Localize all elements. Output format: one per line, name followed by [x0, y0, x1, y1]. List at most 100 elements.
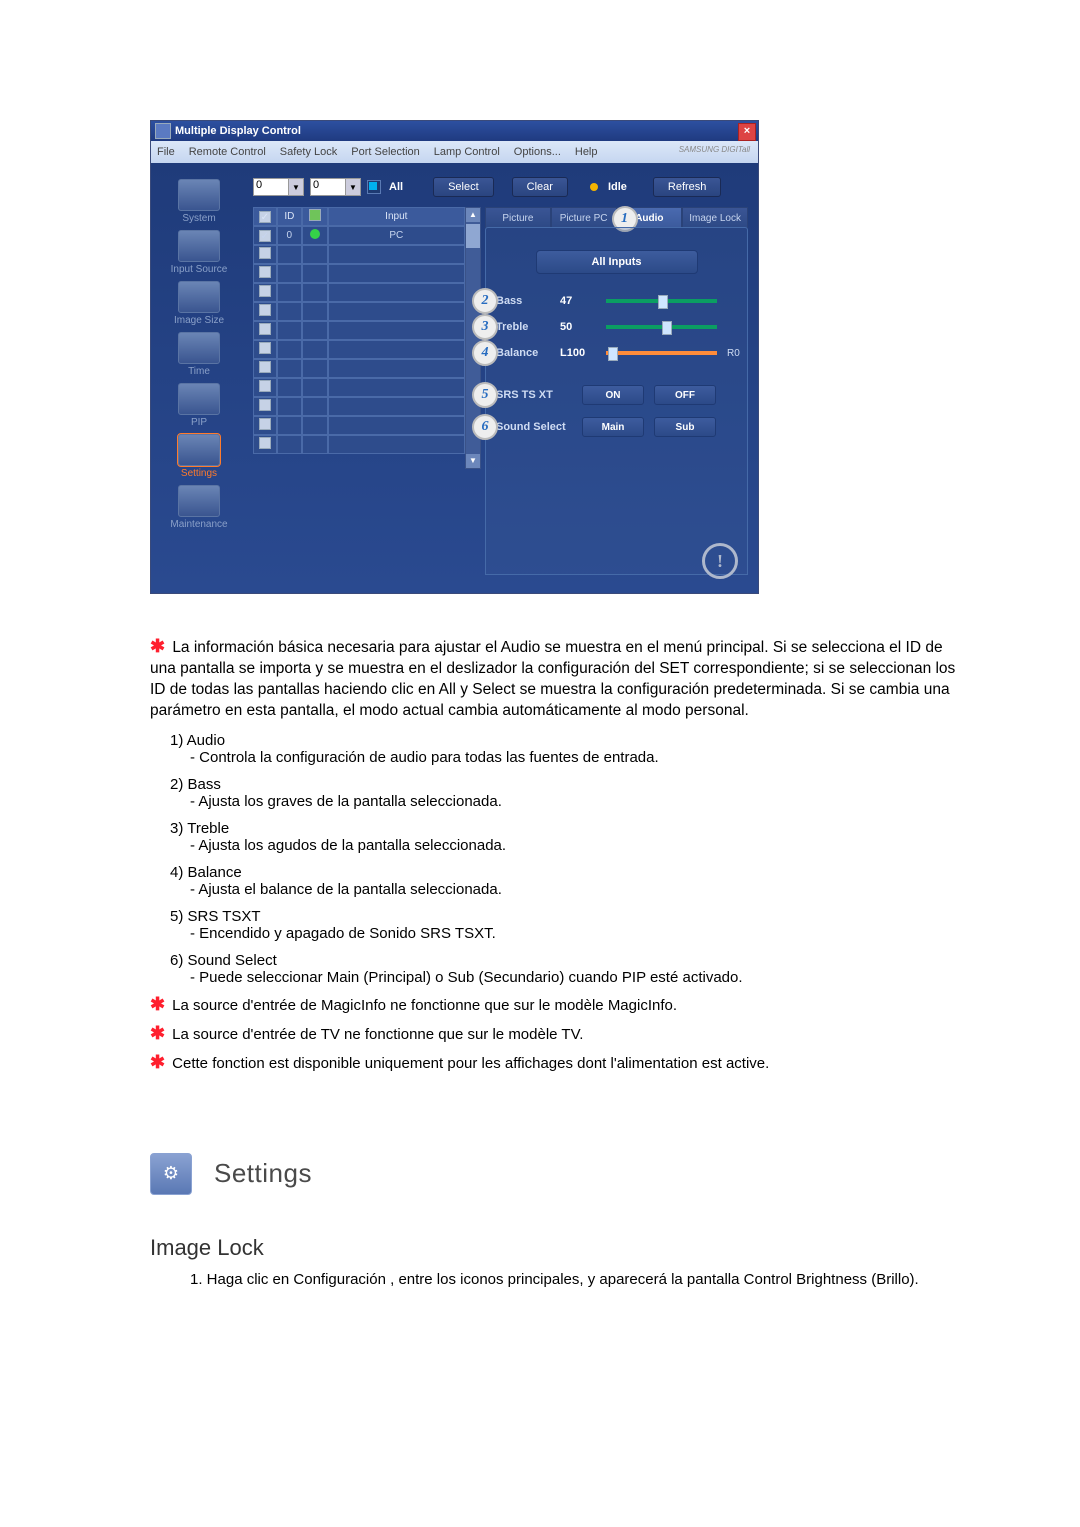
- check-icon[interactable]: [259, 304, 271, 316]
- slider-track[interactable]: [606, 351, 717, 355]
- row-label: SRS TS XT: [496, 389, 582, 401]
- menu-help[interactable]: Help: [575, 146, 598, 158]
- sound-main-button[interactable]: Main: [582, 417, 644, 437]
- sound-sub-button[interactable]: Sub: [654, 417, 716, 437]
- clear-button[interactable]: Clear: [512, 177, 568, 197]
- section-header: ⚙ Settings: [150, 1153, 990, 1195]
- settings-tabs: Picture Picture PC 1Audio Image Lock: [485, 207, 748, 227]
- check-icon[interactable]: [259, 399, 271, 411]
- slider-label: Balance: [496, 347, 560, 359]
- scroll-up-icon[interactable]: ▲: [466, 208, 480, 222]
- audio-panel: All Inputs 2 Bass 47 3 Treble 50: [485, 227, 748, 575]
- check-icon[interactable]: [259, 285, 271, 297]
- chevron-down-icon[interactable]: ▼: [346, 178, 361, 196]
- srs-off-button[interactable]: OFF: [654, 385, 716, 405]
- check-icon[interactable]: [259, 361, 271, 373]
- all-inputs-button[interactable]: All Inputs: [536, 250, 698, 274]
- star-icon: ✱: [150, 1023, 168, 1044]
- tab-picture-pc[interactable]: Picture PC: [551, 207, 617, 228]
- callout-3: 3: [472, 314, 498, 340]
- tab-audio[interactable]: 1Audio: [617, 207, 683, 228]
- balance-right: R0: [727, 348, 747, 359]
- close-icon[interactable]: ×: [738, 123, 756, 141]
- check-icon[interactable]: ✓: [259, 230, 271, 242]
- menu-options[interactable]: Options...: [514, 146, 561, 158]
- intro-paragraph: ✱ La información básica necesaria para a…: [150, 634, 960, 722]
- select-button[interactable]: Select: [433, 177, 494, 197]
- check-icon[interactable]: [259, 247, 271, 259]
- slider-track[interactable]: [606, 299, 717, 303]
- sidebar-item-time[interactable]: Time: [159, 332, 239, 377]
- refresh-button[interactable]: Refresh: [653, 177, 722, 197]
- callout-6: 6: [472, 414, 498, 440]
- image-size-icon: [178, 281, 220, 313]
- menu-remote-control[interactable]: Remote Control: [189, 146, 266, 158]
- slider-treble: 3 Treble 50: [486, 314, 747, 340]
- scroll-down-icon[interactable]: ▼: [466, 454, 480, 468]
- tab-picture[interactable]: Picture: [485, 207, 551, 228]
- callout-2: 2: [472, 288, 498, 314]
- row-label: Sound Select: [496, 421, 582, 433]
- combo-1[interactable]: 0▼: [253, 178, 304, 196]
- table-row[interactable]: [253, 283, 465, 302]
- check-icon[interactable]: [259, 380, 271, 392]
- menu-safety-lock[interactable]: Safety Lock: [280, 146, 337, 158]
- srs-on-button[interactable]: ON: [582, 385, 644, 405]
- col-status: [302, 207, 328, 226]
- table-row[interactable]: [253, 264, 465, 283]
- sidebar-item-system[interactable]: System: [159, 179, 239, 224]
- idle-label: Idle: [608, 181, 627, 193]
- col-input: Input: [328, 207, 465, 226]
- list-item: 2) Bass- Ajusta los graves de la pantall…: [150, 776, 990, 810]
- slider-label: Bass: [496, 295, 560, 307]
- slider-value: L100: [560, 347, 596, 359]
- device-grid: ✓ ID Input ✓0PC: [253, 207, 465, 454]
- scroll-thumb[interactable]: [466, 224, 480, 248]
- note-line: ✱ La source d'entrée de MagicInfo ne fon…: [150, 994, 990, 1015]
- menu-lamp-control[interactable]: Lamp Control: [434, 146, 500, 158]
- table-row[interactable]: [253, 397, 465, 416]
- col-id: ID: [277, 207, 302, 226]
- table-row[interactable]: ✓0PC: [253, 226, 465, 245]
- check-icon[interactable]: [259, 437, 271, 449]
- slider-track[interactable]: [606, 325, 717, 329]
- check-icon[interactable]: [259, 266, 271, 278]
- list-item: 3) Treble- Ajusta los agudos de la panta…: [150, 820, 990, 854]
- check-icon[interactable]: [259, 323, 271, 335]
- check-icon[interactable]: ✓: [259, 211, 271, 223]
- sidebar: System Input Source Image Size Time PIP …: [151, 163, 247, 593]
- check-icon[interactable]: [259, 418, 271, 430]
- sidebar-item-input-source[interactable]: Input Source: [159, 230, 239, 275]
- table-row[interactable]: [253, 359, 465, 378]
- table-row[interactable]: [253, 435, 465, 454]
- system-icon: [178, 179, 220, 211]
- slider-thumb[interactable]: [608, 347, 618, 361]
- menu-file[interactable]: File: [157, 146, 175, 158]
- sidebar-item-maintenance[interactable]: Maintenance: [159, 485, 239, 530]
- table-row[interactable]: [253, 340, 465, 359]
- table-row[interactable]: [253, 378, 465, 397]
- tab-image-lock[interactable]: Image Lock: [682, 207, 748, 228]
- slider-thumb[interactable]: [658, 295, 668, 309]
- app-icon: [155, 123, 171, 139]
- slider-value: 47: [560, 295, 596, 307]
- note-line: ✱ La source d'entrée de TV ne fonctionne…: [150, 1023, 990, 1044]
- sidebar-item-settings[interactable]: Settings: [159, 434, 239, 479]
- combo-2[interactable]: 0▼: [310, 178, 361, 196]
- sidebar-item-pip[interactable]: PIP: [159, 383, 239, 428]
- chevron-down-icon[interactable]: ▼: [289, 178, 304, 196]
- table-row[interactable]: [253, 321, 465, 340]
- subsection-step: 1. Haga clic en Configuración , entre lo…: [190, 1271, 960, 1288]
- table-row[interactable]: [253, 302, 465, 321]
- sidebar-item-image-size[interactable]: Image Size: [159, 281, 239, 326]
- menu-port-selection[interactable]: Port Selection: [351, 146, 419, 158]
- slider-thumb[interactable]: [662, 321, 672, 335]
- checkbox-all[interactable]: [367, 180, 381, 194]
- table-row[interactable]: [253, 245, 465, 264]
- table-row[interactable]: [253, 416, 465, 435]
- star-icon: ✱: [150, 994, 168, 1015]
- window-title: Multiple Display Control: [175, 125, 301, 137]
- check-icon[interactable]: [259, 342, 271, 354]
- titlebar[interactable]: Multiple Display Control ×: [151, 121, 758, 141]
- time-icon: [178, 332, 220, 364]
